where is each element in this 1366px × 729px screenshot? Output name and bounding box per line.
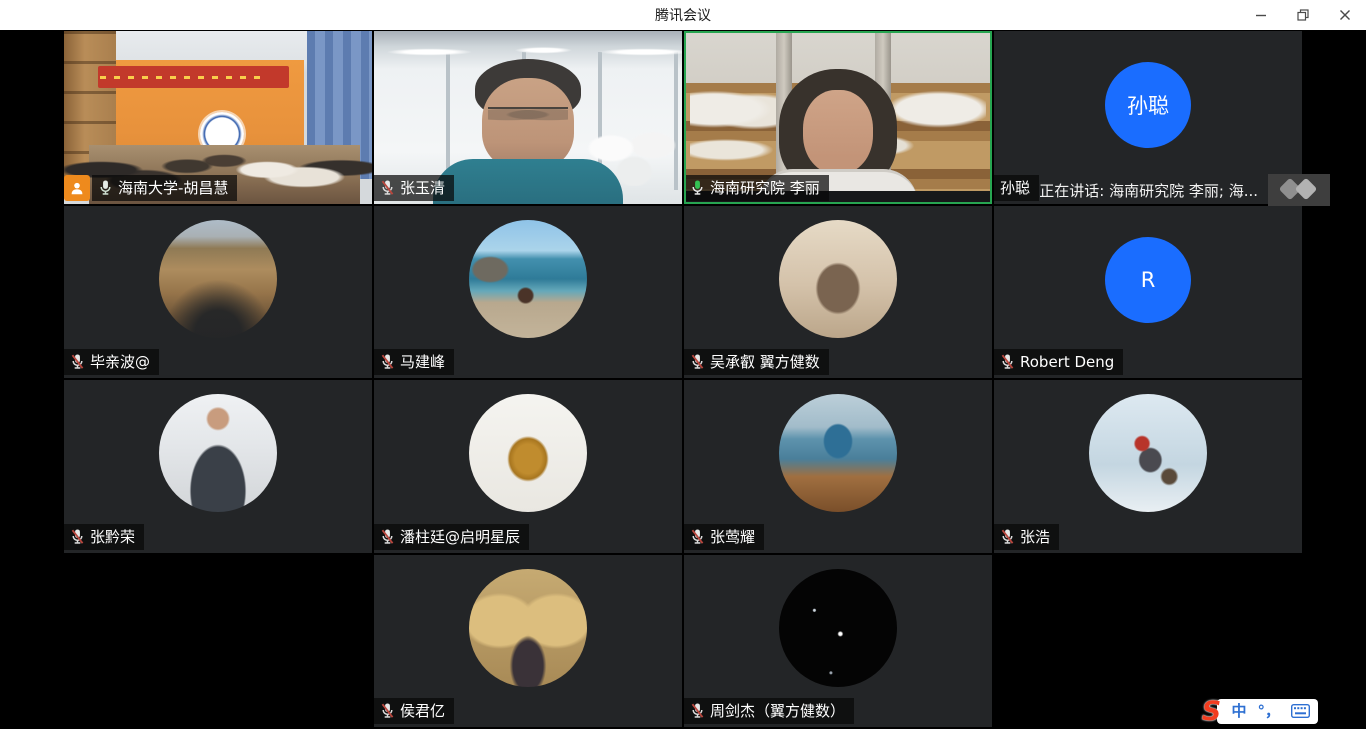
close-icon xyxy=(1339,9,1351,21)
participant-tile[interactable]: 周剑杰（翼方健数） xyxy=(684,555,992,728)
minimize-icon xyxy=(1255,9,1267,21)
mic-muted-icon xyxy=(380,179,395,196)
participant-tile[interactable]: 张黔荣 xyxy=(64,380,372,553)
ime-lang-toggle[interactable]: 中 xyxy=(1231,699,1246,724)
nameplate: 潘柱廷@启明星辰 xyxy=(374,524,529,550)
participant-name: 周剑杰（翼方健数） xyxy=(710,700,845,721)
mic-on-icon xyxy=(98,179,113,196)
participant-name: 海南大学-胡昌慧 xyxy=(118,177,228,198)
person-icon xyxy=(69,180,85,196)
participant-name: 张莺耀 xyxy=(710,526,755,547)
nameplate: 张黔荣 xyxy=(64,524,144,550)
mic-muted-icon xyxy=(70,528,85,545)
nameplate: 周剑杰（翼方健数） xyxy=(684,698,854,724)
avatar xyxy=(469,394,587,512)
participant-tile[interactable]: 张浩 xyxy=(994,380,1302,553)
participant-grid: 海南大学-胡昌慧 张玉清 xyxy=(64,31,1302,727)
restore-button[interactable] xyxy=(1282,0,1324,30)
sogou-logo-icon[interactable]: S xyxy=(1197,697,1225,725)
meeting-stage: 海南大学-胡昌慧 张玉清 xyxy=(0,30,1366,729)
keyboard-icon xyxy=(1291,704,1310,718)
participant-tile[interactable]: 吴承叡 翼方健数 xyxy=(684,206,992,379)
avatar xyxy=(779,569,897,687)
participant-tile[interactable]: 张玉清 xyxy=(374,31,682,204)
participant-name: 马建峰 xyxy=(400,351,445,372)
mic-muted-icon xyxy=(380,353,395,370)
ime-toolbar: S 中 °， xyxy=(1197,698,1318,724)
speaking-toast-text: 正在讲话: 海南研究院 李丽; 海... xyxy=(1029,176,1268,205)
avatar xyxy=(779,220,897,338)
mic-muted-icon xyxy=(380,528,395,545)
participant-tile[interactable]: 潘柱廷@启明星辰 xyxy=(374,380,682,553)
mic-muted-icon xyxy=(1000,528,1015,545)
mic-muted-icon xyxy=(380,702,395,719)
host-badge xyxy=(64,175,90,201)
mic-speaking-icon xyxy=(690,179,705,196)
participant-name: 潘柱廷@启明星辰 xyxy=(400,526,520,547)
participant-name: 张玉清 xyxy=(400,177,445,198)
toast-decoration xyxy=(1268,174,1330,206)
nameplate: 张玉清 xyxy=(374,175,454,201)
titlebar: 腾讯会议 xyxy=(0,0,1366,30)
participant-tile[interactable]: 毕亲波@ xyxy=(64,206,372,379)
nameplate: 海南大学-胡昌慧 xyxy=(92,175,237,201)
speaking-toast: 正在讲话: 海南研究院 李丽; 海... xyxy=(1029,174,1330,206)
mic-muted-icon xyxy=(690,353,705,370)
nameplate: 马建峰 xyxy=(374,349,454,375)
avatar xyxy=(469,569,587,687)
participant-tile[interactable]: 张莺耀 xyxy=(684,380,992,553)
avatar xyxy=(159,394,277,512)
nameplate: 侯君亿 xyxy=(374,698,454,724)
participant-name: Robert Deng xyxy=(1020,353,1114,371)
mic-muted-icon xyxy=(1000,353,1015,370)
window-controls xyxy=(1240,0,1366,30)
nameplate: 海南研究院 李丽 xyxy=(684,175,829,201)
participant-name: 张黔荣 xyxy=(90,526,135,547)
avatar xyxy=(779,394,897,512)
participant-name: 海南研究院 李丽 xyxy=(710,177,820,198)
nameplate: Robert Deng xyxy=(994,349,1123,375)
nameplate: 张浩 xyxy=(994,524,1059,550)
participant-name: 张浩 xyxy=(1020,526,1050,547)
mic-muted-icon xyxy=(690,528,705,545)
participant-name: 侯君亿 xyxy=(400,700,445,721)
participant-tile[interactable]: R Robert Deng xyxy=(994,206,1302,379)
participant-tile[interactable]: 马建峰 xyxy=(374,206,682,379)
avatar xyxy=(469,220,587,338)
avatar: R xyxy=(1105,237,1191,323)
nameplate: 张莺耀 xyxy=(684,524,764,550)
mic-muted-icon xyxy=(70,353,85,370)
participant-name: 毕亲波@ xyxy=(90,351,150,372)
double-diamond-icon xyxy=(1274,177,1324,203)
participant-tile[interactable]: 海南大学-胡昌慧 xyxy=(64,31,372,204)
restore-icon xyxy=(1297,9,1309,21)
ime-punctuation-toggle[interactable]: °， xyxy=(1257,699,1280,724)
avatar xyxy=(159,220,277,338)
participant-tile-speaking[interactable]: 海南研究院 李丽 xyxy=(684,31,992,204)
window-title: 腾讯会议 xyxy=(0,5,1366,25)
avatar: 孙聪 xyxy=(1105,62,1191,148)
close-button[interactable] xyxy=(1324,0,1366,30)
minimize-button[interactable] xyxy=(1240,0,1282,30)
avatar xyxy=(1089,394,1207,512)
ime-keyboard-button[interactable] xyxy=(1291,704,1310,718)
nameplate: 毕亲波@ xyxy=(64,349,159,375)
participant-name: 孙聪 xyxy=(1000,177,1030,198)
nameplate: 吴承叡 翼方健数 xyxy=(684,349,829,375)
participant-tile[interactable]: 侯君亿 xyxy=(374,555,682,728)
participant-name: 吴承叡 翼方健数 xyxy=(710,351,820,372)
mic-muted-icon xyxy=(690,702,705,719)
